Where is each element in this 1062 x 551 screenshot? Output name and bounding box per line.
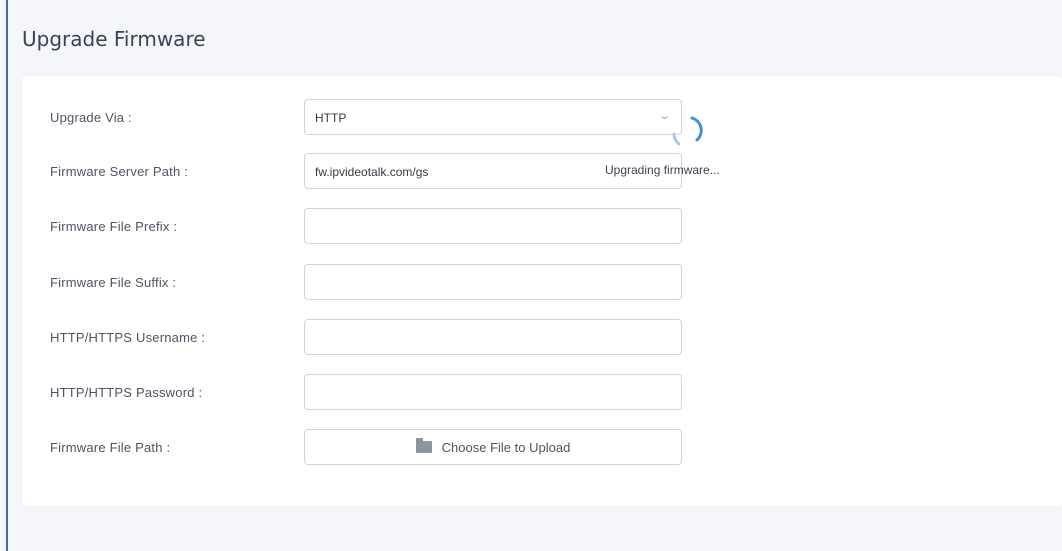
upgrade-via-select[interactable]: HTTP ⌄ — [304, 99, 682, 135]
http-username-label: HTTP/HTTPS Username : — [50, 330, 206, 345]
upgrade-via-label: Upgrade Via : — [50, 110, 132, 125]
firmware-form-card: Upgrade Via : HTTP ⌄ Firmware Server Pat… — [22, 76, 1062, 506]
http-username-input[interactable] — [304, 319, 682, 355]
choose-file-button[interactable]: Choose File to Upload — [304, 429, 682, 465]
firmware-file-prefix-row: Firmware File Prefix : — [22, 208, 1062, 246]
http-password-row: HTTP/HTTPS Password : — [22, 374, 1062, 412]
firmware-file-prefix-label: Firmware File Prefix : — [50, 219, 178, 234]
firmware-server-path-label: Firmware Server Path : — [50, 164, 189, 179]
upgrade-via-row: Upgrade Via : HTTP ⌄ — [22, 99, 1062, 137]
chevron-down-icon: ⌄ — [657, 110, 671, 122]
http-password-input[interactable] — [304, 374, 682, 410]
http-password-label: HTTP/HTTPS Password : — [50, 385, 203, 400]
firmware-file-prefix-input[interactable] — [304, 208, 682, 244]
page-title: Upgrade Firmware — [22, 27, 206, 51]
firmware-file-suffix-label: Firmware File Suffix : — [50, 275, 177, 290]
firmware-file-path-row: Firmware File Path : Choose File to Uplo… — [22, 429, 1062, 467]
firmware-file-path-label: Firmware File Path : — [50, 440, 171, 455]
upgrade-via-value: HTTP — [315, 111, 347, 125]
firmware-server-path-row: Firmware Server Path : fw.ipvideotalk.co… — [22, 153, 1062, 191]
upgrade-status-text: Upgrading firmware... — [605, 163, 720, 177]
firmware-server-path-value: fw.ipvideotalk.com/gs — [315, 165, 429, 179]
firmware-file-suffix-row: Firmware File Suffix : — [22, 264, 1062, 302]
folder-icon — [415, 438, 432, 453]
spinner-icon — [672, 116, 703, 146]
choose-file-label: Choose File to Upload — [441, 440, 571, 455]
firmware-file-suffix-input[interactable] — [304, 264, 682, 300]
http-username-row: HTTP/HTTPS Username : — [22, 319, 1062, 357]
